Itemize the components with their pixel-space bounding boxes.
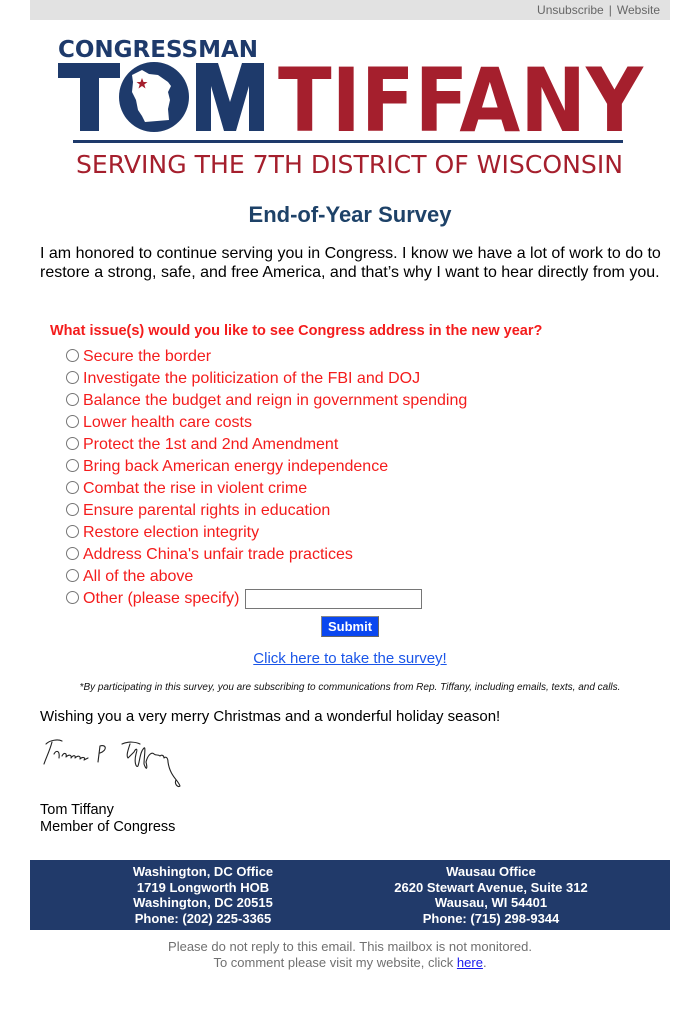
radio-button[interactable] [66, 481, 79, 494]
survey-options: Secure the border Investigate the politi… [66, 346, 666, 610]
holiday-wish: Wishing you a very merry Christmas and a… [40, 708, 501, 725]
logo-letter-t-stem [80, 63, 99, 131]
radio-button[interactable] [66, 525, 79, 538]
survey-link-container: Click here to take the survey! [30, 650, 670, 667]
office-address-line2: Washington, DC 20515 [133, 895, 273, 910]
dc-office: Washington, DC Office 1719 Longworth HOB… [30, 864, 376, 930]
option-energy[interactable]: Bring back American energy independence [66, 456, 666, 478]
no-reply-prefix: To comment please visit my website, clic… [213, 955, 457, 970]
separator: | [608, 3, 612, 17]
survey-question: What issue(s) would you like to see Cong… [50, 323, 543, 339]
signoff-role: Member of Congress [40, 819, 176, 835]
office-address-line1: 1719 Longworth HOB [136, 879, 270, 895]
radio-button[interactable] [66, 459, 79, 472]
no-reply-line2: To comment please visit my website, clic… [30, 955, 670, 971]
unsubscribe-link[interactable]: Unsubscribe [537, 3, 604, 17]
option-label: Ensure parental rights in education [83, 502, 331, 519]
option-balance-budget[interactable]: Balance the budget and reign in governme… [66, 390, 666, 412]
option-label: All of the above [83, 568, 194, 585]
radio-button[interactable] [66, 393, 79, 406]
option-label: Protect the 1st and 2nd Amendment [83, 436, 339, 453]
office-name: Wausau Office [446, 864, 536, 879]
intro-paragraph: I am honored to continue serving you in … [40, 245, 661, 281]
radio-button[interactable] [66, 371, 79, 384]
option-label: Bring back American energy independence [83, 458, 389, 475]
option-investigate-fbi-doj[interactable]: Investigate the politicization of the FB… [66, 368, 666, 390]
option-health-care[interactable]: Lower health care costs [66, 412, 666, 434]
logo-tagline: SERVING THE 7TH DISTRICT OF WISCONSIN [76, 150, 623, 179]
logo-letter-m [196, 63, 264, 131]
signoff-name: Tom Tiffany [40, 802, 114, 818]
signoff: Tom Tiffany Member of Congress [40, 802, 175, 836]
office-phone: Phone: (202) 225-3365 [134, 910, 272, 926]
no-reply-suffix: . [482, 955, 487, 970]
radio-button[interactable] [66, 349, 79, 362]
no-reply-line1: Please do not reply to this email. This … [168, 939, 532, 954]
website-link[interactable]: Website [617, 3, 660, 17]
option-secure-border[interactable]: Secure the border [66, 346, 666, 368]
office-name: Washington, DC Office [132, 864, 274, 879]
radio-button[interactable] [66, 437, 79, 450]
wausau-office: Wausau Office 2620 Stewart Avenue, Suite… [376, 864, 606, 930]
option-label: Combat the rise in violent crime [83, 480, 308, 497]
submit-button[interactable]: Submit [321, 616, 379, 637]
option-label: Address China's unfair trade practices [83, 546, 353, 563]
page-title: End-of-Year Survey [248, 202, 452, 227]
no-reply-notice: Please do not reply to this email. This … [30, 939, 670, 971]
option-label: Secure the border [83, 348, 212, 365]
option-amendments[interactable]: Protect the 1st and 2nd Amendment [66, 434, 666, 456]
logo-tiffany-text: TIFFANY [278, 49, 644, 152]
option-other[interactable]: Other (please specify) [66, 588, 666, 610]
comment-here-link[interactable]: here [457, 955, 483, 970]
radio-button[interactable] [66, 503, 79, 516]
option-parental-rights[interactable]: Ensure parental rights in education [66, 500, 666, 522]
office-address-line1: 2620 Stewart Avenue, Suite 312 [394, 879, 588, 895]
radio-button[interactable] [66, 547, 79, 560]
option-label: Lower health care costs [83, 414, 252, 431]
option-china-trade[interactable]: Address China's unfair trade practices [66, 544, 666, 566]
radio-button[interactable] [66, 415, 79, 428]
office-phone: Phone: (715) 298-9344 [422, 910, 560, 926]
top-bar: Unsubscribe | Website [30, 0, 670, 20]
logo-divider [73, 140, 623, 143]
office-footer: Washington, DC Office 1719 Longworth HOB… [30, 860, 670, 930]
disclaimer-text: *By participating in this survey, you ar… [79, 682, 621, 693]
radio-button[interactable] [66, 569, 79, 582]
option-label: Balance the budget and reign in governme… [83, 392, 468, 409]
office-address-line2: Wausau, WI 54401 [434, 895, 548, 910]
option-label: Investigate the politicization of the FB… [83, 370, 421, 387]
logo-congressman-text: CONGRESSMAN [58, 37, 258, 63]
option-election-integrity[interactable]: Restore election integrity [66, 522, 666, 544]
take-survey-link[interactable]: Click here to take the survey! [253, 650, 446, 667]
option-all-of-above[interactable]: All of the above [66, 566, 666, 588]
congressman-logo: CONGRESSMAN TIFFANY SERVING THE 7TH DIST… [58, 37, 644, 179]
signature-image [43, 739, 181, 788]
radio-button[interactable] [66, 591, 79, 604]
other-specify-input[interactable] [244, 589, 422, 609]
option-violent-crime[interactable]: Combat the rise in violent crime [66, 478, 666, 500]
option-label: Other (please specify) [83, 590, 240, 607]
option-label: Restore election integrity [83, 524, 260, 541]
